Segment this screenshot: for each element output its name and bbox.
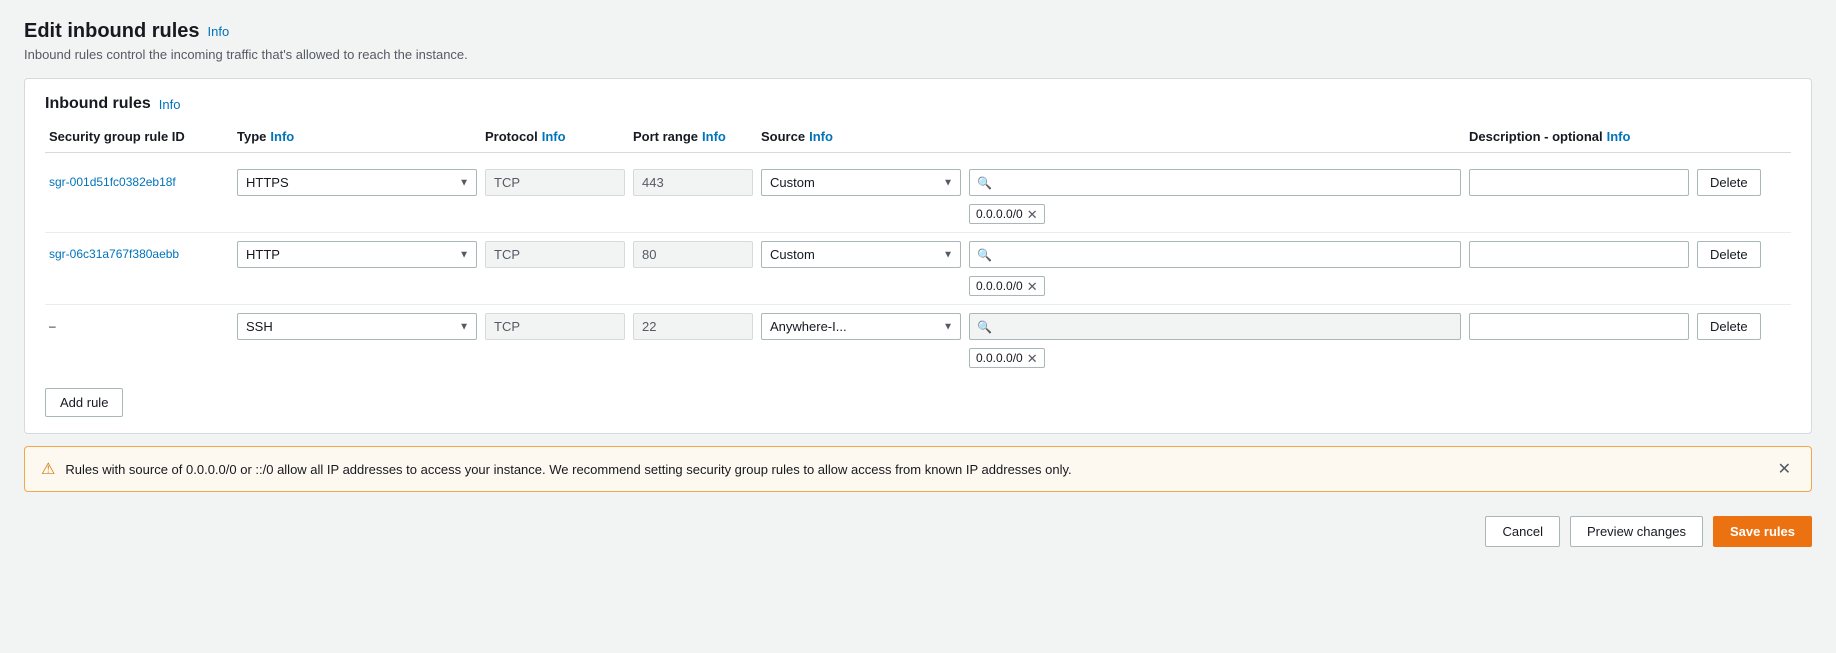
type-select-1[interactable]: HTTPS HTTP SSH Custom TCP All traffic	[237, 169, 477, 196]
tag-container-1: 0.0.0.0/0 ✕	[969, 204, 1461, 224]
search-icon-1: 🔍	[977, 176, 992, 190]
source-value-col-1: 🔍 0.0.0.0/0 ✕	[969, 169, 1461, 224]
tag-remove-2-1[interactable]: ✕	[1027, 280, 1038, 293]
port-input-2	[633, 241, 753, 268]
tag-remove-3-1[interactable]: ✕	[1027, 352, 1038, 365]
type-info-link[interactable]: Info	[270, 129, 294, 144]
warning-icon: ⚠	[41, 459, 55, 479]
source-select-3[interactable]: Custom Anywhere-I... Anywhere-IPv6 My IP	[761, 313, 961, 340]
col-header-rule-id: Security group rule ID	[49, 129, 229, 144]
tag-container-2: 0.0.0.0/0 ✕	[969, 276, 1461, 296]
description-input-1[interactable]	[1469, 169, 1689, 196]
tag-label-2-1: 0.0.0.0/0	[976, 279, 1023, 293]
card-info-link[interactable]: Info	[159, 97, 181, 112]
source-search-wrapper-2: 🔍	[969, 241, 1461, 268]
source-select-wrapper-2: Custom Anywhere-IPv4 Anywhere-IPv6 My IP…	[761, 241, 961, 268]
desc-info-link[interactable]: Info	[1607, 129, 1631, 144]
type-select-wrapper-2: HTTPS HTTP SSH Custom TCP All traffic ▼	[237, 241, 477, 268]
col-header-source: Source Info	[761, 129, 961, 144]
warning-banner: ⚠ Rules with source of 0.0.0.0/0 or ::/0…	[24, 446, 1812, 492]
page-info-link[interactable]: Info	[208, 24, 230, 39]
rule-id-1[interactable]: sgr-001d51fc0382eb18f	[49, 169, 229, 189]
description-col-3	[1469, 313, 1689, 340]
type-select-2[interactable]: HTTPS HTTP SSH Custom TCP All traffic	[237, 241, 477, 268]
card-title: Inbound rules	[45, 95, 151, 113]
table-header: Security group rule ID Type Info Protoco…	[45, 129, 1791, 153]
delete-button-3[interactable]: Delete	[1697, 313, 1761, 340]
search-icon-2: 🔍	[977, 248, 992, 262]
col-header-protocol: Protocol Info	[485, 129, 625, 144]
table-row: – HTTPS HTTP SSH Custom TCP All traffic …	[45, 304, 1791, 376]
description-col-1	[1469, 169, 1689, 196]
search-icon-3: 🔍	[977, 320, 992, 334]
rule-id-2[interactable]: sgr-06c31a767f380aebb	[49, 241, 229, 261]
col-header-description: Description - optional Info	[1469, 129, 1689, 144]
source-info-link[interactable]: Info	[809, 129, 833, 144]
protocol-1	[485, 169, 625, 196]
protocol-input-2	[485, 241, 625, 268]
port-2	[633, 241, 753, 268]
port-info-link[interactable]: Info	[702, 129, 726, 144]
col-header-type: Type Info	[237, 129, 477, 144]
description-col-2	[1469, 241, 1689, 268]
tag-label-3-1: 0.0.0.0/0	[976, 351, 1023, 365]
inbound-rules-card: Inbound rules Info Security group rule I…	[24, 78, 1812, 434]
delete-col-2: Delete	[1697, 241, 1787, 268]
type-select-wrapper-1: HTTPS HTTP SSH Custom TCP All traffic ▼	[237, 169, 477, 196]
source-select-wrapper-1: Custom Anywhere-IPv4 Anywhere-IPv6 My IP…	[761, 169, 961, 196]
port-3	[633, 313, 753, 340]
source-select-2[interactable]: Custom Anywhere-IPv4 Anywhere-IPv6 My IP	[761, 241, 961, 268]
delete-button-2[interactable]: Delete	[1697, 241, 1761, 268]
port-1	[633, 169, 753, 196]
port-input-3	[633, 313, 753, 340]
protocol-input-1	[485, 169, 625, 196]
source-search-wrapper-1: 🔍	[969, 169, 1461, 196]
tag-container-3: 0.0.0.0/0 ✕	[969, 348, 1461, 368]
source-value-col-3: 🔍 0.0.0.0/0 ✕	[969, 313, 1461, 368]
footer-actions: Cancel Preview changes Save rules	[0, 504, 1836, 559]
protocol-info-link[interactable]: Info	[542, 129, 566, 144]
protocol-input-3	[485, 313, 625, 340]
preview-changes-button[interactable]: Preview changes	[1570, 516, 1703, 547]
table-row: sgr-06c31a767f380aebb HTTPS HTTP SSH Cus…	[45, 232, 1791, 304]
delete-button-1[interactable]: Delete	[1697, 169, 1761, 196]
cancel-button[interactable]: Cancel	[1485, 516, 1559, 547]
col-header-port: Port range Info	[633, 129, 753, 144]
page-title: Edit inbound rules	[24, 20, 200, 43]
source-search-input-3	[969, 313, 1461, 340]
page-subtitle: Inbound rules control the incoming traff…	[24, 47, 1812, 62]
protocol-2	[485, 241, 625, 268]
protocol-3	[485, 313, 625, 340]
port-input-1	[633, 169, 753, 196]
delete-col-1: Delete	[1697, 169, 1787, 196]
source-select-wrapper-3: Custom Anywhere-I... Anywhere-IPv6 My IP…	[761, 313, 961, 340]
type-select-wrapper-3: HTTPS HTTP SSH Custom TCP All traffic ▼	[237, 313, 477, 340]
rule-id-3: –	[49, 313, 229, 333]
source-select-1[interactable]: Custom Anywhere-IPv4 Anywhere-IPv6 My IP	[761, 169, 961, 196]
col-header-source-value	[969, 129, 1461, 144]
col-header-actions	[1697, 129, 1787, 144]
warning-close-button[interactable]: ✕	[1774, 459, 1795, 479]
warning-text: Rules with source of 0.0.0.0/0 or ::/0 a…	[65, 462, 1763, 477]
tag-1-1: 0.0.0.0/0 ✕	[969, 204, 1045, 224]
save-rules-button[interactable]: Save rules	[1713, 516, 1812, 547]
source-search-input-1[interactable]	[969, 169, 1461, 196]
type-select-3[interactable]: HTTPS HTTP SSH Custom TCP All traffic	[237, 313, 477, 340]
description-input-2[interactable]	[1469, 241, 1689, 268]
tag-label-1-1: 0.0.0.0/0	[976, 207, 1023, 221]
source-search-input-2[interactable]	[969, 241, 1461, 268]
source-value-col-2: 🔍 0.0.0.0/0 ✕	[969, 241, 1461, 296]
tag-remove-1-1[interactable]: ✕	[1027, 208, 1038, 221]
table-row: sgr-001d51fc0382eb18f HTTPS HTTP SSH Cus…	[45, 161, 1791, 232]
tag-2-1: 0.0.0.0/0 ✕	[969, 276, 1045, 296]
add-rule-button[interactable]: Add rule	[45, 388, 123, 417]
description-input-3[interactable]	[1469, 313, 1689, 340]
tag-3-1: 0.0.0.0/0 ✕	[969, 348, 1045, 368]
source-search-wrapper-3: 🔍	[969, 313, 1461, 340]
delete-col-3: Delete	[1697, 313, 1787, 340]
